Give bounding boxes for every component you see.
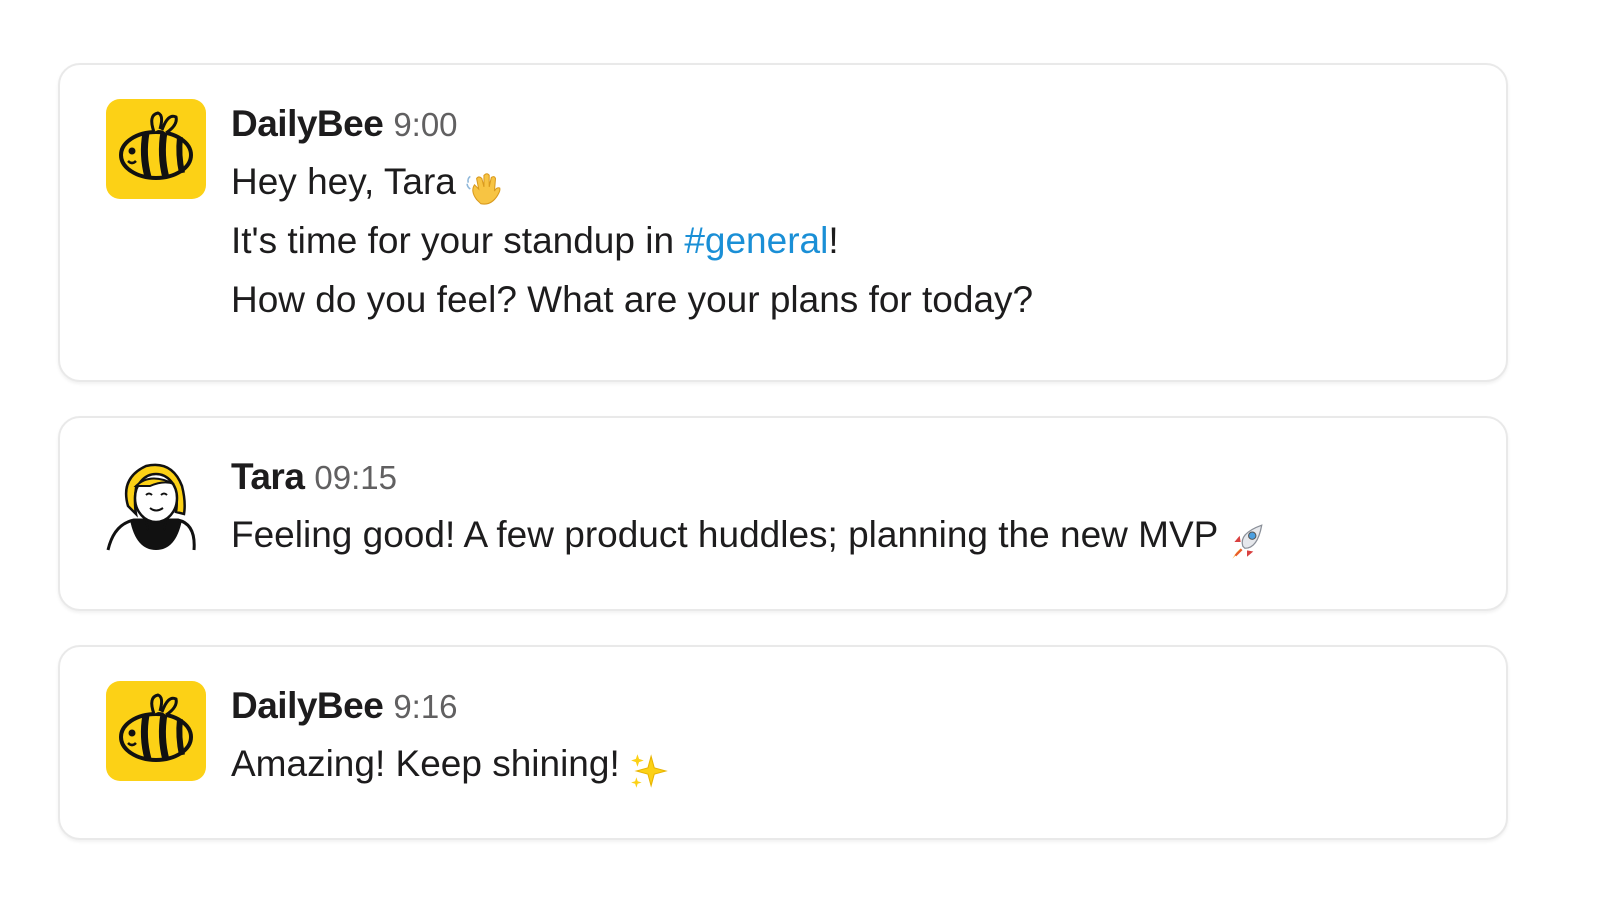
bee-avatar-icon[interactable] [106, 99, 206, 199]
timestamp[interactable]: 9:16 [393, 688, 457, 725]
waving-hand-icon [464, 157, 506, 216]
message-body: DailyBee 9:16 Amazing! Keep shining! [231, 685, 1466, 793]
message-line: Feeling good! A few product huddles; pla… [231, 505, 1466, 564]
message-line: Amazing! Keep shining! [231, 734, 1466, 793]
message-text: Amazing! Keep shining! [231, 743, 620, 784]
channel-link-general[interactable]: #general [684, 220, 828, 261]
message-card: DailyBee 9:00 Hey hey, Tara It's time for… [58, 63, 1508, 382]
message-text: How do you feel? What are your plans for… [231, 279, 1034, 320]
message-line: It's time for your standup in #general! [231, 211, 1466, 270]
message-body: Tara 09:15 Feeling good! A few product hu… [231, 456, 1466, 564]
message-text: It's time for your standup in [231, 220, 685, 261]
timestamp[interactable]: 09:15 [314, 459, 397, 496]
author-name[interactable]: Tara [231, 456, 305, 497]
message-card: DailyBee 9:16 Amazing! Keep shining! [58, 645, 1508, 840]
author-name[interactable]: DailyBee [231, 685, 384, 726]
author-name[interactable]: DailyBee [231, 103, 384, 144]
message-line: Hey hey, Tara [231, 152, 1466, 211]
bee-avatar-icon[interactable] [106, 681, 206, 781]
message-line: How do you feel? What are your plans for… [231, 270, 1466, 329]
message-text: ! [828, 220, 839, 261]
message-header: DailyBee 9:00 [231, 103, 1466, 145]
message-header: DailyBee 9:16 [231, 685, 1466, 727]
message-text: Feeling good! A few product huddles; pla… [231, 514, 1219, 555]
sparkles-icon [628, 739, 670, 798]
message-body: DailyBee 9:00 Hey hey, Tara It's time for… [231, 103, 1466, 329]
timestamp[interactable]: 9:00 [393, 106, 457, 143]
rocket-icon [1226, 510, 1268, 569]
message-header: Tara 09:15 [231, 456, 1466, 498]
message-card: Tara 09:15 Feeling good! A few product hu… [58, 416, 1508, 611]
message-text: Hey hey, Tara [231, 161, 456, 202]
tara-avatar-icon[interactable] [106, 458, 206, 558]
